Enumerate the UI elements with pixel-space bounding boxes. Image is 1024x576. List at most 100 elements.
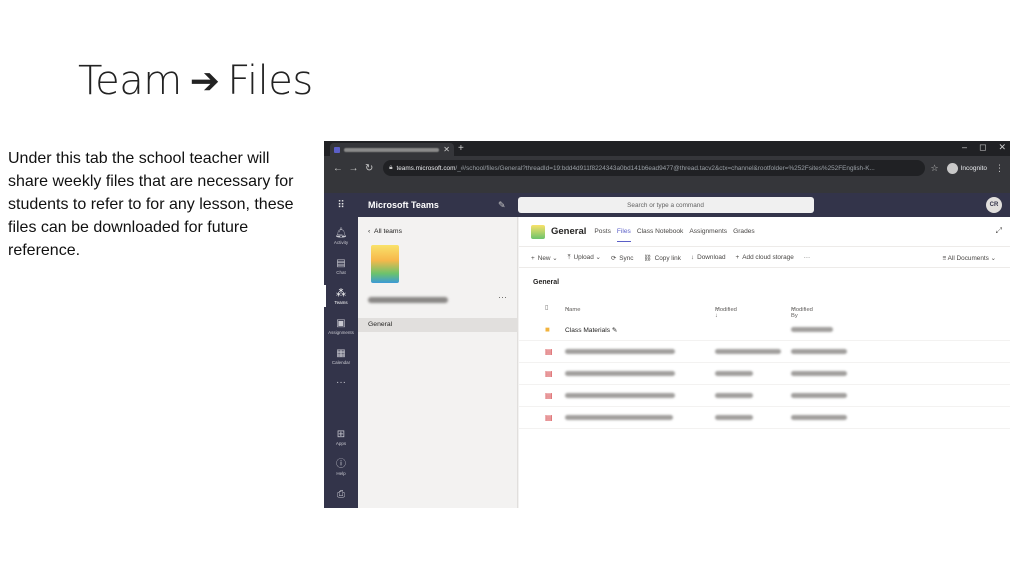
more-options-icon[interactable]: ··· — [498, 292, 507, 302]
rail-item-teams[interactable]: ⁂ Teams — [324, 281, 358, 311]
rail-item-more[interactable]: ··· — [324, 367, 358, 397]
folder-name: Class Materials ✎ — [565, 326, 617, 334]
add-cloud-storage-button[interactable]: + Add cloud storage — [736, 254, 794, 261]
team-panel: ‹ All teams ··· General — [358, 217, 518, 508]
slide-description: Under this tab the school teacher will s… — [8, 150, 294, 259]
file-name-blurred — [565, 349, 675, 354]
upload-button[interactable]: ⤒ Upload ⌄ — [568, 253, 601, 262]
modified-blurred — [715, 371, 753, 376]
rail-item-assignments[interactable]: ▣ Assignments — [324, 311, 358, 341]
back-arrow-icon[interactable]: ← — [330, 163, 346, 174]
rail-item-activity[interactable]: 🔔︎ Activity — [324, 221, 358, 251]
rail-label: Calendar — [331, 359, 351, 365]
file-row[interactable]: ▤ — [519, 341, 1010, 363]
rail-item-apps[interactable]: ⊞ Apps — [324, 422, 358, 452]
teams-screenshot: ✕ + – ◻ ✕ ← → ↻ 🔒︎ teams.microsoft.com /… — [324, 141, 1010, 508]
avatar[interactable]: CR — [986, 197, 1002, 213]
file-name-blurred — [565, 393, 675, 398]
folder-name-label: Class Materials — [565, 327, 611, 334]
modified-blurred — [715, 349, 781, 354]
download-app-icon: ⎙ — [337, 488, 345, 500]
maximize-button[interactable]: ◻ — [979, 142, 986, 153]
calendar-icon: ▦ — [336, 347, 346, 359]
modified-by-blurred — [791, 349, 847, 354]
expand-icon[interactable]: ⤢ — [996, 226, 1002, 236]
channel-general[interactable]: General — [358, 318, 518, 332]
view-label: All Documents — [947, 255, 989, 262]
help-icon: ⓘ — [336, 458, 346, 470]
file-row[interactable]: ▤ — [519, 385, 1010, 407]
modified-by-blurred — [791, 371, 847, 376]
new-label: New — [537, 254, 551, 262]
close-icon[interactable]: ✕ — [443, 145, 450, 154]
download-icon: ↓ — [690, 254, 695, 261]
upload-label: Upload — [573, 254, 594, 261]
team-image — [371, 245, 399, 283]
more-icon: ··· — [336, 376, 346, 388]
tab-files[interactable]: Files — [616, 222, 631, 242]
incognito-icon — [946, 162, 958, 174]
bell-icon: 🔔︎ — [334, 227, 348, 239]
file-row[interactable]: ▤ — [519, 363, 1010, 385]
compose-icon[interactable]: ✎ — [498, 200, 506, 211]
modified-blurred — [715, 415, 753, 420]
channel-title: General — [551, 226, 587, 237]
file-row[interactable]: ▤ — [519, 407, 1010, 429]
upload-icon: ⤒ — [567, 254, 571, 261]
url-path: /_#/school/files/General?threadId=19:bdd… — [455, 164, 875, 172]
file-row-folder[interactable]: ■ Class Materials ✎ — [519, 319, 1010, 341]
column-modified[interactable]: Modified ↓ ⌄ — [715, 305, 737, 319]
toolbar-more-icon[interactable]: ··· — [804, 254, 810, 261]
tab-grades[interactable]: Grades — [733, 222, 755, 241]
browser-tab[interactable]: ✕ — [330, 143, 454, 156]
close-window-button[interactable]: ✕ — [998, 142, 1006, 153]
column-modified-label: Modified ↓ — [715, 307, 737, 319]
tab-assignments[interactable]: Assignments — [689, 222, 727, 241]
rail-item-chat[interactable]: ▤ Chat — [324, 251, 358, 281]
rail-item-download[interactable]: ⎙ — [324, 479, 358, 508]
sync-button[interactable]: ⟳ Sync — [611, 254, 634, 262]
all-teams-link[interactable]: ‹ All teams — [368, 228, 402, 235]
tab-class-notebook[interactable]: Class Notebook — [637, 222, 684, 241]
file-name-blurred — [565, 371, 675, 376]
minimize-button[interactable]: – — [962, 142, 967, 153]
apps-icon: ⊞ — [336, 428, 346, 440]
column-modified-by-label: Modified By — [791, 307, 813, 319]
files-toolbar: + New ⌄ ⤒ Upload ⌄ ⟳ Sync ⛓︎ Copy link ↓ Down… — [519, 248, 1010, 268]
add-cloud-storage-label: Add cloud storage — [742, 254, 794, 261]
incognito-indicator[interactable]: Incognito — [946, 162, 987, 174]
app-launcher-icon[interactable]: ⠿ — [324, 200, 358, 211]
new-tab-button[interactable]: + — [458, 143, 464, 154]
column-modified-by[interactable]: Modified By ⌄ — [791, 305, 813, 319]
download-button[interactable]: ↓ Download — [691, 254, 726, 261]
tab-title-blurred — [344, 147, 440, 152]
team-name-blurred — [368, 297, 448, 303]
app-rail: 🔔︎ Activity ▤ Chat ⁂ Teams ▣ Assignments… — [324, 217, 358, 508]
tab-posts[interactable]: Posts — [594, 222, 611, 241]
modified-by-blurred — [791, 327, 833, 332]
copy-link-button[interactable]: ⛓︎ Copy link — [643, 254, 680, 262]
pencil-icon: ✎ — [611, 327, 618, 334]
rail-label: Activity — [333, 239, 349, 245]
plus-icon: + — [531, 254, 535, 262]
view-selector[interactable]: ≡ All Documents ⌄ — [943, 254, 997, 262]
rail-label: Help — [336, 470, 346, 476]
rail-item-help[interactable]: ⓘ Help — [324, 452, 358, 482]
pdf-file-icon: ▤ — [545, 347, 553, 356]
reload-icon[interactable]: ↻ — [361, 163, 377, 174]
browser-menu-icon[interactable]: ⋮ — [995, 163, 1004, 174]
url-field[interactable]: 🔒︎ teams.microsoft.com /_#/school/files/… — [383, 160, 925, 176]
file-list-header: ▯ Name ⌄ Modified ↓ ⌄ Modified By ⌄ — [519, 303, 1010, 319]
column-name[interactable]: Name ⌄ — [565, 305, 580, 313]
teams-header: ⠿ Microsoft Teams ✎ Search or type a com… — [324, 193, 1010, 217]
window-controls: – ◻ ✕ — [962, 142, 1006, 153]
rail-label: Chat — [336, 269, 346, 275]
incognito-label: Incognito — [960, 164, 987, 172]
star-icon[interactable]: ☆ — [931, 163, 939, 174]
new-button[interactable]: + New ⌄ — [531, 254, 558, 262]
search-input[interactable]: Search or type a command — [517, 197, 814, 213]
folder-icon: ■ — [545, 325, 550, 334]
forward-arrow-icon[interactable]: → — [346, 163, 362, 174]
slide-title-files: Files — [227, 58, 313, 104]
modified-by-blurred — [791, 393, 847, 398]
